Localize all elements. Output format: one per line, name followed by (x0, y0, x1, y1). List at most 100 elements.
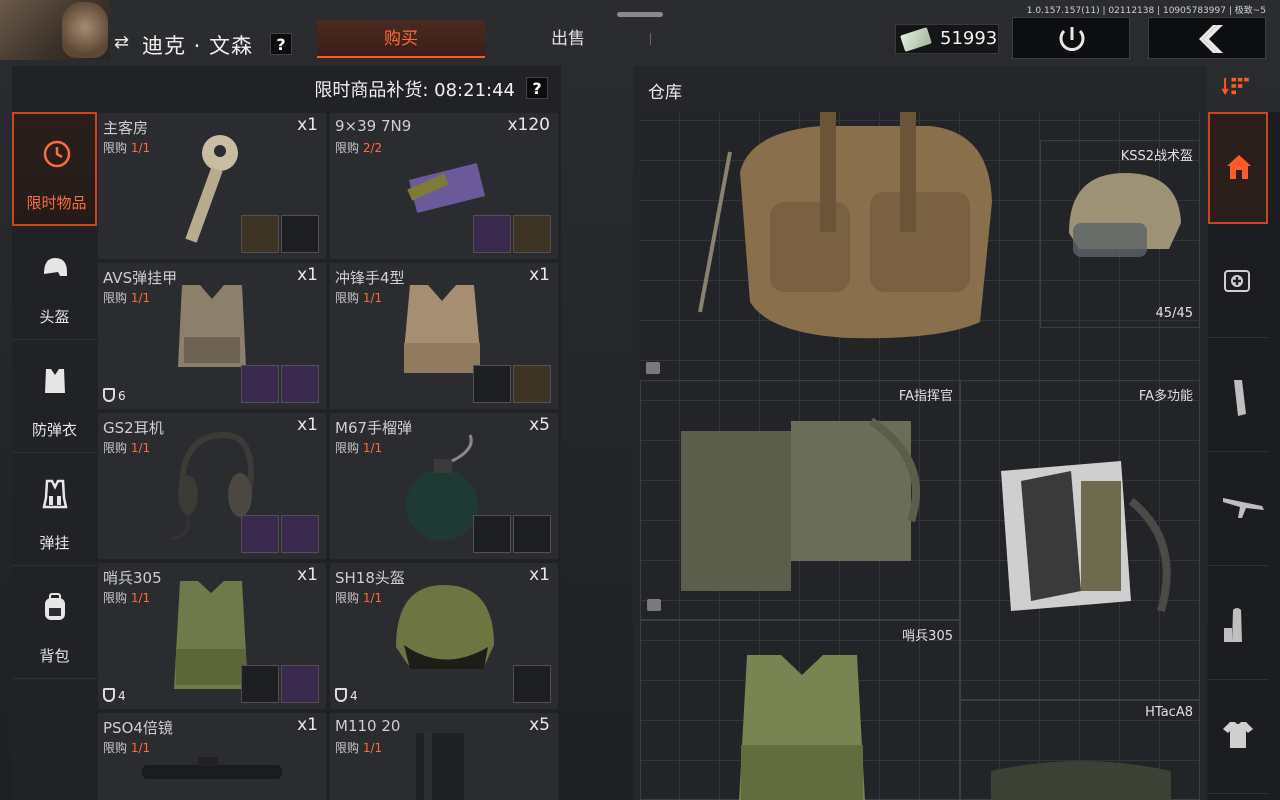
shop-item-card[interactable]: M67手榴弹 x5 限购 1/1 (330, 413, 558, 559)
barter-item-slot[interactable] (241, 665, 279, 703)
shield-icon (103, 688, 115, 702)
backpack-item[interactable] (680, 112, 1010, 342)
filter-weapons[interactable] (1208, 454, 1268, 566)
item-limit: 限购 1/1 (103, 441, 151, 455)
money-value: 51993 (940, 28, 998, 49)
item-limit: 限购 1/1 (103, 591, 151, 605)
barter-item-slot[interactable] (281, 215, 319, 253)
warehouse-grid[interactable]: KSS2战术盔 45/45 FA指挥官 FA多功能 哨兵305 HTacA8 (640, 112, 1200, 800)
warehouse-item[interactable]: FA多功能 (960, 380, 1200, 700)
sort-icon[interactable] (1220, 76, 1252, 96)
item-limit: 限购 1/1 (103, 141, 151, 155)
warehouse-item[interactable]: KSS2战术盔 45/45 (1040, 140, 1200, 328)
shop-item-card[interactable]: 冲锋手4型 x1 限购 1/1 (330, 263, 558, 409)
barter-item-slot[interactable] (473, 365, 511, 403)
warehouse-item[interactable]: 哨兵305 (640, 620, 960, 800)
shop-item-card[interactable]: 哨兵305 x1 限购 1/1 4 (98, 563, 326, 709)
shield-icon (335, 688, 347, 702)
category-label: 头盔 (39, 308, 70, 326)
barter-item-slot[interactable] (241, 515, 279, 553)
rig-image (991, 761, 1171, 800)
barter-item-slot[interactable] (473, 215, 511, 253)
item-name: PSO4倍镜 (103, 719, 173, 737)
filter-ammo[interactable] (1208, 568, 1268, 680)
vest-icon (45, 369, 65, 393)
category-limited[interactable]: 限时物品 (12, 112, 97, 226)
back-button[interactable] (1148, 17, 1266, 59)
category-backpack[interactable]: 背包 (12, 567, 97, 679)
top-bar: ⇄ 迪克 · 文森 ? 购买 出售 51993 1.0.157.157(11) … (0, 0, 1280, 66)
shop-item-card[interactable]: M110 20 x5 限购 1/1 (330, 713, 558, 800)
drag-handle[interactable] (617, 12, 663, 17)
barter-item-slot[interactable] (513, 215, 551, 253)
barter-item-slot[interactable] (513, 365, 551, 403)
warehouse-item-label: 哨兵305 (902, 629, 953, 644)
category-label: 弹挂 (39, 534, 70, 552)
barter-item-slot[interactable] (281, 665, 319, 703)
category-rig[interactable]: 弹挂 (12, 454, 97, 566)
category-label: 防弹衣 (31, 421, 77, 439)
shop-item-card[interactable]: GS2耳机 x1 限购 1/1 (98, 413, 326, 559)
restock-bar: 限时商品补货: 08:21:44 ? (12, 66, 561, 110)
category-label: 背包 (39, 647, 70, 665)
shop-item-card[interactable]: PSO4倍镜 x1 限购 1/1 (98, 713, 326, 800)
barter-item-slot[interactable] (473, 515, 511, 553)
shop-panel: 限时商品补货: 08:21:44 ? 限时物品 头盔 防弹衣 弹挂 背包 主客房… (12, 66, 561, 800)
vest-image (178, 285, 246, 367)
filter-magazines[interactable] (1208, 340, 1268, 452)
tab-buy[interactable]: 购买 (317, 20, 485, 58)
shirt-icon (1223, 722, 1253, 748)
item-name: M110 20 (335, 717, 401, 735)
scope-image (142, 757, 282, 779)
shop-item-card[interactable]: AVS弹挂甲 x1 限购 1/1 6 (98, 263, 326, 409)
category-label: 限时物品 (26, 194, 87, 212)
item-name: 哨兵305 (103, 569, 162, 587)
helmet-icon (44, 258, 67, 276)
shop-item-card[interactable]: 主客房 x1 限购 1/1 (98, 113, 326, 259)
barter-item-slot[interactable] (513, 665, 551, 703)
key-image (185, 135, 238, 243)
item-quantity: x1 (297, 415, 318, 435)
barter-item-slot[interactable] (281, 365, 319, 403)
shop-item-card[interactable]: SH18头盔 x1 限购 1/1 4 (330, 563, 558, 709)
swap-trader-icon[interactable]: ⇄ (114, 32, 129, 53)
item-quantity: x1 (297, 565, 318, 585)
rifle-icon (1223, 498, 1264, 518)
warehouse-item[interactable]: FA指挥官 (640, 380, 960, 620)
restock-help-button[interactable]: ? (526, 77, 548, 99)
clock-icon (43, 140, 71, 168)
magazine-icon (1234, 380, 1246, 416)
item-limit: 限购 1/1 (335, 591, 383, 605)
money-display: 51993 (895, 24, 999, 54)
warehouse-item-label: KSS2战术盔 (1120, 149, 1193, 164)
filter-all[interactable] (1208, 112, 1268, 224)
tab-sell[interactable]: 出售 (484, 20, 652, 58)
category-helmet[interactable]: 头盔 (12, 228, 97, 340)
barter-item-slot[interactable] (241, 365, 279, 403)
trader-help-button[interactable]: ? (270, 33, 292, 55)
category-list: 限时物品 头盔 防弹衣 弹挂 背包 (12, 112, 97, 800)
barter-item-slot[interactable] (241, 215, 279, 253)
item-limit: 限购 1/1 (335, 441, 383, 455)
trader-portrait[interactable] (0, 0, 110, 60)
barter-item-slot[interactable] (281, 515, 319, 553)
category-vest[interactable]: 防弹衣 (12, 341, 97, 453)
trader-name: 迪克 · 文森 (142, 34, 254, 58)
filter-clothing[interactable] (1208, 682, 1268, 794)
rig-image (681, 417, 920, 591)
warehouse-item[interactable]: HTacA8 (960, 700, 1200, 800)
container-icon (646, 362, 660, 374)
shop-item-card[interactable]: 9×39 7N9 x120 限购 2/2 (330, 113, 558, 259)
helmet-image (1069, 173, 1181, 257)
barter-item-slot[interactable] (513, 515, 551, 553)
item-limit: 限购 1/1 (335, 291, 383, 305)
ammo-icon (1224, 608, 1242, 642)
warehouse-item-label: FA多功能 (1138, 389, 1193, 404)
power-button[interactable] (1012, 17, 1130, 59)
item-quantity: x5 (529, 715, 550, 735)
rig-icon (42, 479, 68, 509)
filter-medical[interactable] (1208, 226, 1268, 338)
item-name: AVS弹挂甲 (103, 269, 178, 287)
item-quantity: x120 (507, 115, 550, 135)
power-icon (1059, 27, 1085, 51)
